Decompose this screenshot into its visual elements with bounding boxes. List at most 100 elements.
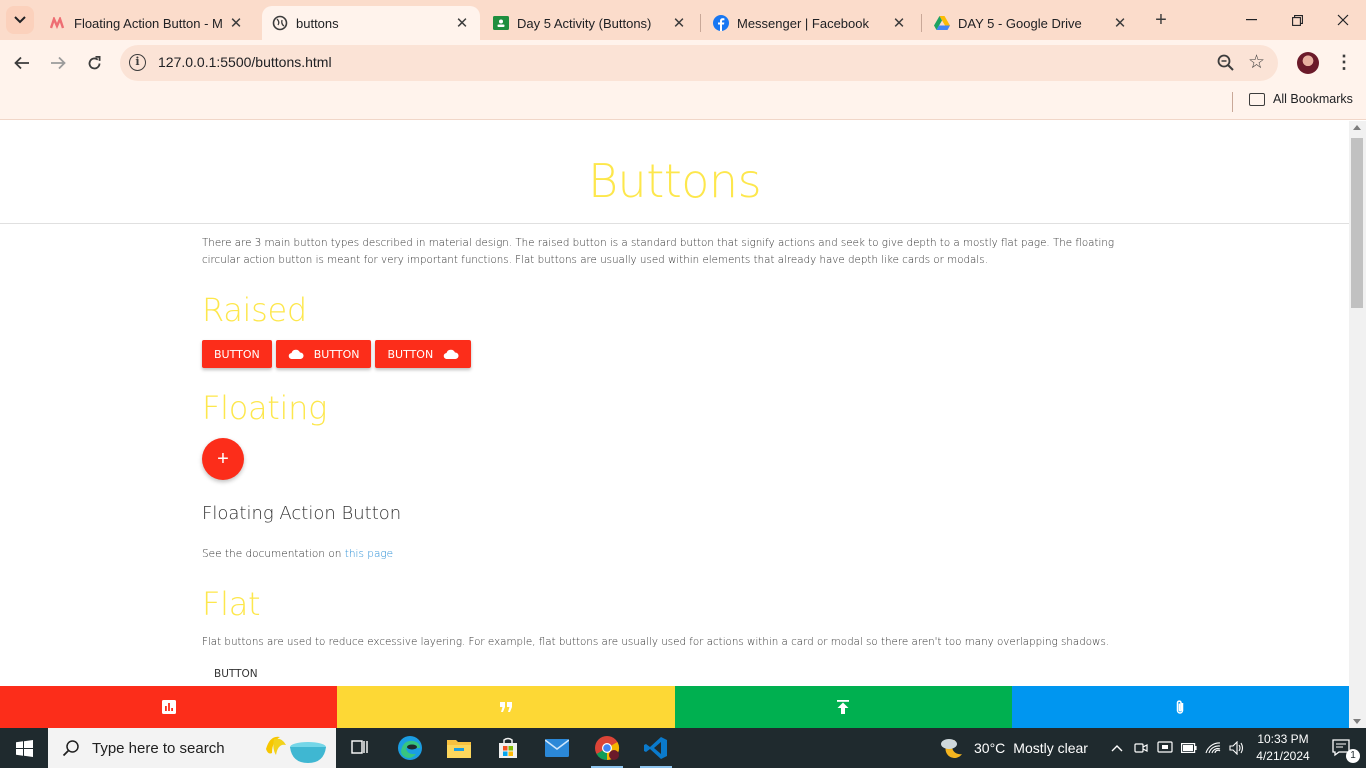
wifi-tray[interactable] xyxy=(1201,728,1225,768)
wifi-icon xyxy=(1205,742,1221,754)
restore-icon xyxy=(1291,14,1303,26)
file-explorer-taskbar-icon[interactable] xyxy=(435,728,483,768)
tab-search-button[interactable] xyxy=(6,6,34,34)
task-view-icon xyxy=(351,740,368,754)
google-classroom-icon xyxy=(493,15,509,31)
show-hidden-icons-button[interactable] xyxy=(1105,728,1129,768)
notification-count-badge: 1 xyxy=(1346,749,1360,763)
minimize-icon xyxy=(1245,19,1257,21)
camera-icon xyxy=(1134,743,1148,753)
tab-floating-action-button[interactable]: Floating Action Button - Ma ✕ xyxy=(40,6,254,40)
laptop-icon xyxy=(1157,741,1173,753)
chrome-taskbar-icon[interactable] xyxy=(583,728,631,768)
tab-title: buttons xyxy=(296,15,339,31)
flat-button[interactable]: BUTTON xyxy=(214,668,258,680)
close-window-button[interactable] xyxy=(1320,0,1366,40)
scroll-up-icon[interactable] xyxy=(1353,125,1361,130)
tab-separator xyxy=(921,14,922,32)
volume-tray[interactable] xyxy=(1225,728,1249,768)
bookmarks-bar: All Bookmarks xyxy=(0,86,1366,120)
arrow-right-icon xyxy=(51,56,66,70)
device-tray[interactable] xyxy=(1153,728,1177,768)
back-button[interactable] xyxy=(7,48,37,78)
raised-button[interactable]: BUTTON xyxy=(202,340,272,368)
minimize-button[interactable] xyxy=(1228,0,1274,40)
scroll-down-icon[interactable] xyxy=(1353,719,1361,724)
bottom-bar-chart-button[interactable] xyxy=(0,686,338,728)
weather-temperature: 30°C xyxy=(974,740,1006,756)
facebook-icon xyxy=(713,15,729,31)
notification-center-button[interactable]: 1 xyxy=(1322,728,1362,768)
close-tab-icon[interactable]: ✕ xyxy=(228,15,244,32)
battery-tray[interactable] xyxy=(1177,728,1201,768)
page-title: Buttons xyxy=(587,154,762,208)
mail-icon xyxy=(545,739,569,757)
restore-button[interactable] xyxy=(1274,0,1320,40)
vscode-icon xyxy=(644,737,667,759)
weather-widget[interactable]: 30°C Mostly clear xyxy=(940,728,1088,768)
tab-day5-activity[interactable]: Day 5 Activity (Buttons) ✕ xyxy=(483,6,697,40)
battery-icon xyxy=(1181,743,1197,753)
moon-cloud-icon xyxy=(941,739,962,758)
scroll-thumb[interactable] xyxy=(1351,138,1363,308)
more-menu-icon[interactable]: ⋮ xyxy=(1334,52,1354,74)
tab-google-drive[interactable]: DAY 5 - Google Drive ✕ xyxy=(924,6,1138,40)
folder-icon xyxy=(1249,92,1265,106)
raised-button-cloud-left[interactable]: BUTTON xyxy=(275,340,372,368)
materialize-icon xyxy=(50,15,66,31)
close-tab-icon[interactable]: ✕ xyxy=(454,15,470,32)
documentation-line: See the documentation on this page xyxy=(202,548,393,560)
flat-description: Flat buttons are used to reduce excessiv… xyxy=(202,636,1110,648)
attachment-icon xyxy=(1177,700,1184,714)
mail-taskbar-icon[interactable] xyxy=(533,728,581,768)
edge-taskbar-icon[interactable] xyxy=(386,728,434,768)
search-placeholder: Type here to search xyxy=(92,739,225,757)
tab-title: DAY 5 - Google Drive xyxy=(958,15,1082,31)
new-tab-button[interactable]: + xyxy=(1150,9,1172,31)
cloud-icon xyxy=(288,349,304,359)
bottom-bar-attachment-button[interactable] xyxy=(1011,686,1349,728)
tab-messenger[interactable]: Messenger | Facebook ✕ xyxy=(703,6,917,40)
zoom-icon[interactable] xyxy=(1216,53,1236,73)
start-button[interactable] xyxy=(0,728,48,768)
close-icon xyxy=(1337,14,1349,26)
task-view-button[interactable] xyxy=(336,728,384,768)
all-bookmarks-label: All Bookmarks xyxy=(1273,92,1353,106)
taskbar-search[interactable]: Type here to search xyxy=(48,728,336,768)
taskbar-clock[interactable]: 10:33 PM 4/21/2024 xyxy=(1252,731,1314,765)
reload-button[interactable] xyxy=(79,48,109,78)
close-tab-icon[interactable]: ✕ xyxy=(671,15,687,32)
add-icon: + xyxy=(217,447,229,470)
tab-title: Floating Action Button - Ma xyxy=(74,15,222,31)
address-bar[interactable]: i 127.0.0.1:5500/buttons.html ☆ xyxy=(120,45,1278,81)
page-scrollbar[interactable] xyxy=(1349,121,1366,728)
chrome-icon xyxy=(595,736,620,760)
speaker-icon xyxy=(1229,741,1244,755)
store-taskbar-icon[interactable] xyxy=(484,728,532,768)
windows-logo-icon xyxy=(15,739,33,757)
raised-button-label: BUTTON xyxy=(313,347,360,361)
windows-taskbar: Type here to search 30°C Mostly clear 10… xyxy=(0,728,1366,768)
vscode-taskbar-icon[interactable] xyxy=(632,728,680,768)
url-text[interactable]: 127.0.0.1:5500/buttons.html xyxy=(158,54,332,70)
weather-description: Mostly clear xyxy=(1013,740,1088,756)
raised-button-cloud-right[interactable]: BUTTON xyxy=(375,340,472,368)
bookmark-star-icon[interactable]: ☆ xyxy=(1248,51,1265,74)
close-tab-icon[interactable]: ✕ xyxy=(891,15,907,32)
bottom-bar-upload-button[interactable] xyxy=(674,686,1012,728)
floating-action-button[interactable]: + xyxy=(202,438,244,480)
tab-buttons[interactable]: buttons ✕ xyxy=(262,6,480,40)
documentation-link[interactable]: this page xyxy=(345,548,393,560)
tab-separator xyxy=(700,14,701,32)
raised-heading: Raised xyxy=(202,291,307,329)
forward-button[interactable] xyxy=(43,48,73,78)
floating-heading: Floating xyxy=(202,389,328,427)
close-tab-icon[interactable]: ✕ xyxy=(1112,15,1128,32)
profile-avatar[interactable] xyxy=(1297,52,1319,74)
meet-now-tray[interactable] xyxy=(1129,728,1153,768)
all-bookmarks-button[interactable]: All Bookmarks xyxy=(1249,92,1353,106)
site-info-icon[interactable]: i xyxy=(129,54,146,71)
flat-heading: Flat xyxy=(202,585,261,623)
bottom-bar-quote-button[interactable] xyxy=(337,686,675,728)
raised-buttons-row: BUTTON BUTTON BUTTON xyxy=(202,340,472,368)
